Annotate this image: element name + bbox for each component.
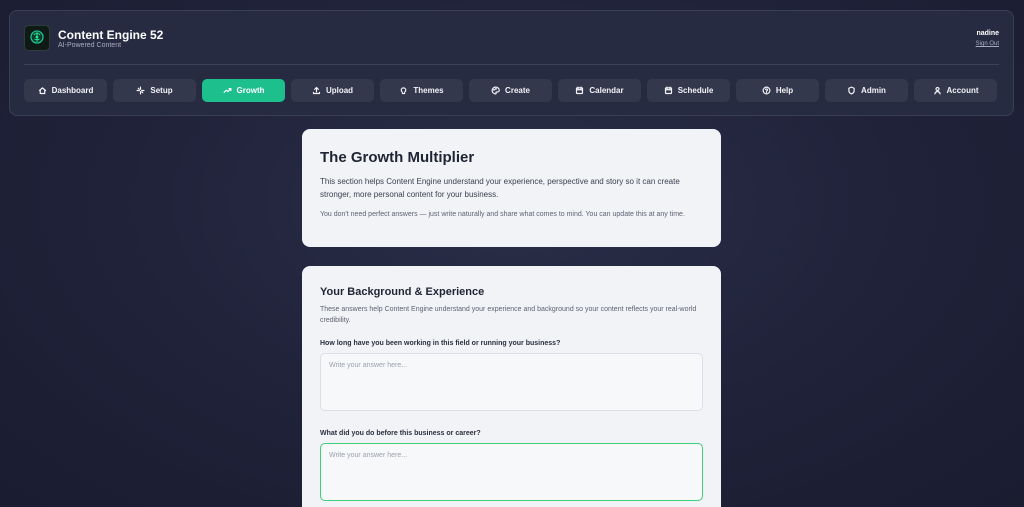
brain-icon	[30, 30, 44, 44]
sign-out-link[interactable]: Sign Out	[976, 41, 999, 47]
nav-label: Upload	[325, 86, 354, 95]
lightbulb-icon	[401, 87, 407, 95]
nav-label: Themes	[413, 86, 444, 95]
question-label: What did you do before this business or …	[320, 430, 481, 437]
calendar-icon	[576, 86, 584, 95]
user-icon	[933, 86, 941, 95]
section-title: Your Background & Experience	[320, 286, 485, 298]
sparkle-icon	[136, 86, 145, 95]
nav-schedule-button[interactable]: Schedule	[647, 79, 730, 102]
page-title: The Growth Multiplier	[320, 149, 475, 166]
nav-label: Schedule	[677, 86, 714, 95]
app-logo[interactable]	[24, 25, 50, 51]
nav-label: Help	[775, 86, 794, 95]
nav-label: Create	[505, 86, 530, 95]
nav-help-button[interactable]: Help	[736, 79, 819, 102]
header-divider	[24, 64, 999, 65]
home-icon	[38, 87, 46, 95]
intro-card: The Growth Multiplier This section helps…	[302, 129, 721, 247]
nav-label: Growth	[236, 86, 265, 95]
nav-growth-button[interactable]: Growth	[202, 79, 285, 102]
experience-answer-field[interactable]	[320, 353, 703, 411]
intro-note: You don't need perfect answers — just wr…	[320, 211, 685, 218]
help-circle-icon	[762, 86, 771, 95]
top-bar: Content Engine 52 AI-Powered Content nad…	[9, 10, 1014, 116]
nav-upload-button[interactable]: Upload	[291, 79, 374, 102]
app-subtitle: AI-Powered Content	[58, 42, 122, 49]
nav-dashboard-button[interactable]: Dashboard	[24, 79, 107, 102]
palette-icon	[491, 86, 500, 95]
main-nav: Dashboard Setup Growth Upload Themes Cre…	[24, 79, 997, 102]
nav-label: Setup	[150, 86, 173, 95]
question-label: How long have you been working in this f…	[320, 340, 561, 347]
nav-create-button[interactable]: Create	[469, 79, 552, 102]
nav-themes-button[interactable]: Themes	[380, 79, 463, 102]
shield-icon	[848, 86, 855, 95]
nav-label: Account	[946, 86, 979, 95]
nav-admin-button[interactable]: Admin	[825, 79, 908, 102]
previous-career-answer-field[interactable]	[320, 443, 703, 501]
app-title: Content Engine 52	[58, 28, 164, 42]
nav-setup-button[interactable]: Setup	[113, 79, 196, 102]
calendar-icon	[664, 86, 672, 95]
username: nadine	[976, 30, 999, 37]
intro-description: This section helps Content Engine unders…	[320, 177, 680, 199]
nav-account-button[interactable]: Account	[914, 79, 997, 102]
background-card: Your Background & Experience These answe…	[302, 266, 721, 507]
section-description: These answers help Content Engine unders…	[320, 306, 697, 324]
nav-calendar-button[interactable]: Calendar	[558, 79, 641, 102]
trending-up-icon	[223, 88, 231, 93]
nav-label: Dashboard	[51, 86, 94, 95]
nav-label: Calendar	[589, 86, 624, 95]
nav-label: Admin	[861, 86, 886, 95]
upload-icon	[312, 86, 321, 95]
